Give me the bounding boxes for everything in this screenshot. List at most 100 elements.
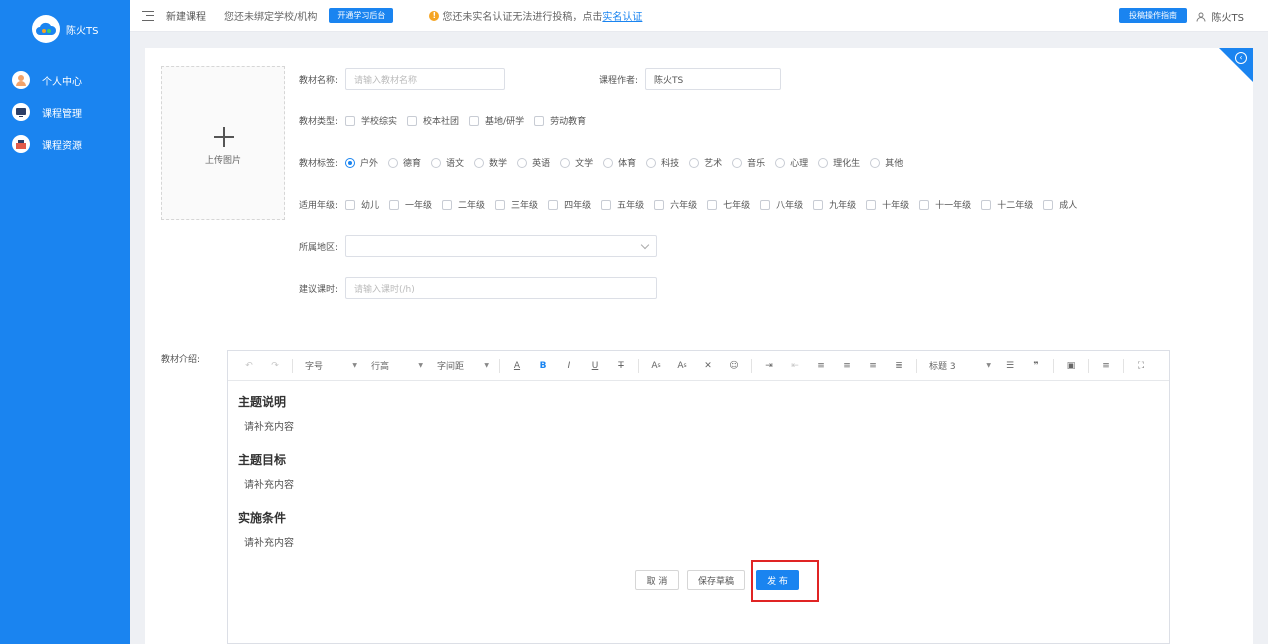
bold-icon[interactable]: B bbox=[530, 357, 556, 375]
material-name-input[interactable]: 请输入教材名称 bbox=[345, 68, 505, 90]
checkbox[interactable] bbox=[345, 115, 355, 126]
grade-option[interactable]: 三年级 bbox=[495, 198, 538, 211]
grade-option[interactable]: 九年级 bbox=[813, 198, 856, 211]
checkbox[interactable] bbox=[654, 199, 665, 210]
checkbox[interactable] bbox=[345, 199, 355, 210]
italic-icon[interactable]: I bbox=[556, 357, 582, 375]
checkbox[interactable] bbox=[760, 199, 771, 210]
image-upload[interactable]: 上传图片 bbox=[161, 66, 285, 220]
grade-option[interactable]: 六年级 bbox=[654, 198, 697, 211]
checkbox[interactable] bbox=[919, 199, 930, 210]
outdent-icon[interactable]: ⇤ bbox=[782, 357, 808, 375]
radio[interactable] bbox=[818, 157, 829, 168]
grade-option[interactable]: 幼儿 bbox=[345, 198, 379, 211]
radio[interactable] bbox=[474, 157, 485, 168]
clear-format-icon[interactable]: ✕ bbox=[695, 357, 721, 375]
grade-option[interactable]: 四年级 bbox=[548, 198, 591, 211]
radio[interactable] bbox=[870, 157, 881, 168]
grade-option[interactable]: 五年级 bbox=[601, 198, 644, 211]
radio[interactable] bbox=[689, 157, 700, 168]
quote-icon[interactable]: ❞ bbox=[1023, 357, 1049, 375]
radio[interactable] bbox=[646, 157, 657, 168]
suggested-hours-input[interactable]: 请输入课时(/h) bbox=[345, 277, 657, 299]
superscript-icon[interactable]: As bbox=[643, 357, 669, 375]
grade-option[interactable]: 十一年级 bbox=[919, 198, 971, 211]
checkbox[interactable] bbox=[981, 199, 992, 210]
redo-icon[interactable]: ↷ bbox=[262, 357, 288, 375]
type-option[interactable]: 基地/研学 bbox=[469, 114, 524, 127]
type-option[interactable]: 校本社团 bbox=[407, 114, 459, 127]
sidebar-item-personal-center[interactable]: 个人中心 bbox=[0, 64, 130, 96]
heading-dropdown[interactable]: 标题 3 ▼ bbox=[921, 357, 997, 375]
checkbox[interactable] bbox=[548, 199, 559, 210]
radio[interactable] bbox=[388, 157, 399, 168]
tag-option[interactable]: 音乐 bbox=[732, 156, 765, 169]
tag-option[interactable]: 体育 bbox=[603, 156, 636, 169]
image-icon[interactable]: ▣ bbox=[1058, 357, 1084, 375]
grade-option[interactable]: 成人 bbox=[1043, 198, 1077, 211]
tag-option[interactable]: 德育 bbox=[388, 156, 421, 169]
radio[interactable] bbox=[732, 157, 743, 168]
tag-option[interactable]: 语文 bbox=[431, 156, 464, 169]
subscript-icon[interactable]: As bbox=[669, 357, 695, 375]
radio[interactable] bbox=[560, 157, 571, 168]
type-option[interactable]: 学校综实 bbox=[345, 114, 397, 127]
checkbox[interactable] bbox=[707, 199, 718, 210]
tag-option[interactable]: 英语 bbox=[517, 156, 550, 169]
sidebar-item-course-resources[interactable]: 课程资源 bbox=[0, 128, 130, 160]
checkbox[interactable] bbox=[534, 115, 545, 126]
checkbox[interactable] bbox=[495, 199, 506, 210]
verify-link[interactable]: 实名认证 bbox=[602, 8, 642, 23]
cancel-button[interactable]: 取 消 bbox=[635, 570, 679, 590]
checkbox[interactable] bbox=[866, 199, 877, 210]
region-select[interactable] bbox=[345, 235, 657, 257]
tag-option[interactable]: 心理 bbox=[775, 156, 808, 169]
checkbox[interactable] bbox=[601, 199, 612, 210]
strikethrough-icon[interactable]: T bbox=[608, 357, 634, 375]
author-input[interactable]: 陈火TS bbox=[645, 68, 781, 90]
tag-option[interactable]: 户外 bbox=[345, 156, 378, 169]
checkbox[interactable] bbox=[389, 199, 400, 210]
radio[interactable] bbox=[775, 157, 786, 168]
tag-option[interactable]: 理化生 bbox=[818, 156, 860, 169]
radio-selected[interactable] bbox=[345, 157, 355, 168]
type-option[interactable]: 劳动教育 bbox=[534, 114, 586, 127]
radio[interactable] bbox=[431, 157, 442, 168]
submission-guide-button[interactable]: 投稿操作指南 bbox=[1119, 8, 1187, 23]
radio[interactable] bbox=[517, 157, 528, 168]
checkbox[interactable] bbox=[1043, 199, 1054, 210]
menu-toggle-icon[interactable] bbox=[142, 10, 154, 21]
align-center-icon[interactable]: ≡ bbox=[834, 357, 860, 375]
open-learning-backend-button[interactable]: 开通学习后台 bbox=[329, 8, 394, 23]
bullet-list-icon[interactable]: ☰ bbox=[997, 357, 1023, 375]
undo-icon[interactable]: ↶ bbox=[236, 357, 262, 375]
grade-option[interactable]: 十二年级 bbox=[981, 198, 1033, 211]
align-justify-icon[interactable]: ≣ bbox=[886, 357, 912, 375]
tag-option[interactable]: 其他 bbox=[870, 156, 903, 169]
emoji-icon[interactable]: ☺ bbox=[721, 357, 747, 375]
checkbox[interactable] bbox=[813, 199, 824, 210]
tag-option[interactable]: 数学 bbox=[474, 156, 507, 169]
align-left-icon[interactable]: ≡ bbox=[808, 357, 834, 375]
editor-content[interactable]: 主题说明 请补充内容 主题目标 请补充内容 实施条件 请补充内容 bbox=[228, 381, 1169, 579]
tag-option[interactable]: 艺术 bbox=[689, 156, 722, 169]
align-right-icon[interactable]: ≡ bbox=[860, 357, 886, 375]
grade-option[interactable]: 八年级 bbox=[760, 198, 803, 211]
checkbox[interactable] bbox=[407, 115, 418, 126]
grade-option[interactable]: 二年级 bbox=[442, 198, 485, 211]
checkbox[interactable] bbox=[442, 199, 453, 210]
font-size-dropdown[interactable]: 字号 ▼ bbox=[297, 357, 363, 375]
grade-option[interactable]: 一年级 bbox=[389, 198, 432, 211]
save-draft-button[interactable]: 保存草稿 bbox=[687, 570, 745, 590]
tag-option[interactable]: 文学 bbox=[560, 156, 593, 169]
letter-spacing-dropdown[interactable]: 字间距 ▼ bbox=[429, 357, 495, 375]
tag-option[interactable]: 科技 bbox=[646, 156, 679, 169]
grade-option[interactable]: 十年级 bbox=[866, 198, 909, 211]
font-color-icon[interactable]: A bbox=[504, 357, 530, 375]
brand[interactable]: 陈火TS bbox=[32, 15, 98, 43]
back-icon[interactable]: ‹ bbox=[1235, 52, 1247, 64]
indent-icon[interactable]: ⇥ bbox=[756, 357, 782, 375]
fullscreen-icon[interactable]: ⛶ bbox=[1128, 357, 1154, 375]
underline-icon[interactable]: U bbox=[582, 357, 608, 375]
paragraph-format-icon[interactable]: ≡ bbox=[1093, 357, 1119, 375]
